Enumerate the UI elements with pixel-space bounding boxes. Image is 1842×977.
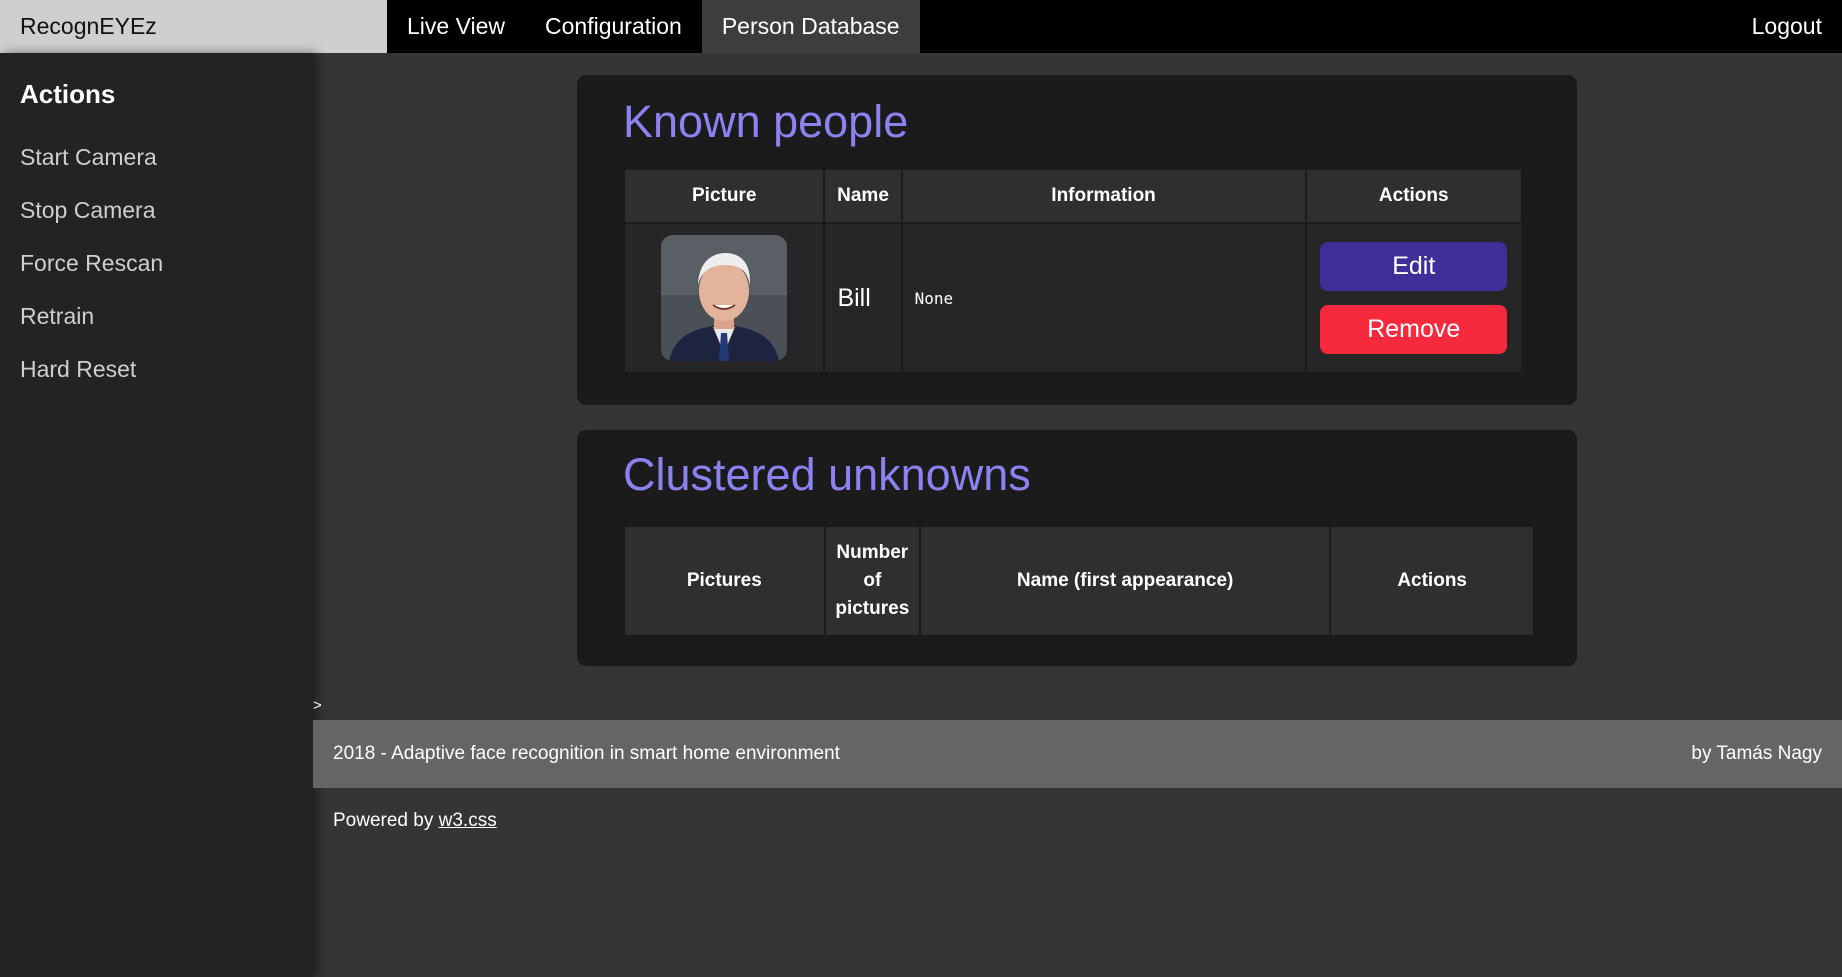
sidebar: Actions Start Camera Stop Camera Force R… — [0, 53, 313, 977]
footer-left-text: 2018 - Adaptive face recognition in smar… — [333, 743, 840, 764]
sidebar-list: Start Camera Stop Camera Force Rescan Re… — [0, 131, 313, 396]
brand-logo[interactable]: RecognEYEz — [0, 0, 387, 53]
top-navbar: RecognEYEz Live View Configuration Perso… — [0, 0, 1842, 53]
nav-person-database[interactable]: Person Database — [701, 0, 920, 53]
person-photo — [661, 235, 788, 361]
sidebar-item-stop-camera[interactable]: Stop Camera — [0, 184, 313, 237]
remove-button[interactable]: Remove — [1320, 305, 1508, 354]
clustered-unknowns-panel: Clustered unknowns Pictures Number of pi… — [577, 430, 1577, 666]
table-header-row: Picture Name Information Actions — [622, 168, 1523, 224]
column-header-name: Name — [823, 168, 903, 224]
footer-author: by Tamás Nagy — [1691, 743, 1822, 764]
clustered-unknowns-title: Clustered unknowns — [623, 449, 1031, 500]
sidebar-title: Actions — [20, 79, 116, 109]
column-header-information: Information — [900, 168, 1307, 224]
sidebar-item-force-rescan[interactable]: Force Rescan — [0, 237, 313, 290]
person-name: Bill — [823, 222, 903, 374]
edit-button[interactable]: Edit — [1320, 242, 1508, 291]
column-header-name-first-appearance: Name (first appearance) — [918, 525, 1332, 637]
stray-text: > — [313, 697, 322, 714]
known-people-table: Picture Name Information Actions Bill No… — [622, 168, 1523, 374]
known-people-panel: Known people Picture Name Information Ac… — [577, 75, 1577, 405]
picture-cell — [622, 222, 826, 374]
column-header-actions: Actions — [1329, 525, 1535, 637]
logout-link[interactable]: Logout — [1732, 0, 1842, 53]
person-information: None — [900, 222, 1307, 374]
nav-live-view[interactable]: Live View — [387, 0, 525, 53]
actions-cell: Edit Remove — [1304, 222, 1523, 374]
column-header-number-of-pictures: Number of pictures — [823, 525, 921, 637]
sidebar-item-hard-reset[interactable]: Hard Reset — [0, 343, 313, 396]
column-header-picture: Picture — [622, 168, 826, 224]
footer: 2018 - Adaptive face recognition in smar… — [313, 720, 1842, 788]
sidebar-item-retrain[interactable]: Retrain — [0, 290, 313, 343]
powered-by-prefix: Powered by — [333, 810, 439, 831]
clustered-unknowns-table: Pictures Number of pictures Name (first … — [623, 525, 1535, 637]
w3css-link[interactable]: w3.css — [439, 810, 497, 831]
column-header-pictures: Pictures — [623, 525, 826, 637]
powered-by: Powered by w3.css — [333, 810, 497, 832]
known-people-title: Known people — [623, 96, 909, 147]
table-header-row: Pictures Number of pictures Name (first … — [623, 525, 1535, 637]
column-header-actions: Actions — [1304, 168, 1523, 224]
sidebar-item-start-camera[interactable]: Start Camera — [0, 131, 313, 184]
table-row: Bill None Edit Remove — [622, 222, 1523, 374]
nav-configuration[interactable]: Configuration — [525, 0, 702, 53]
